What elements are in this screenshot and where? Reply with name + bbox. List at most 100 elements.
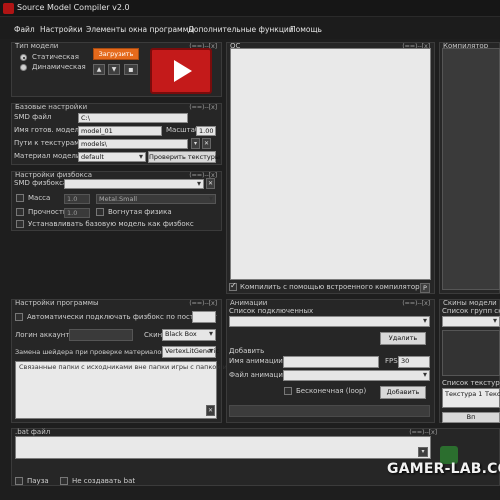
login-field[interactable] — [69, 329, 133, 341]
skin-texture-col2: Текс — [485, 390, 500, 398]
anim-name-field[interactable] — [283, 356, 379, 368]
play-icon — [174, 60, 192, 82]
anim-list-label: Список подключенных — [229, 307, 314, 315]
smd-file-field[interactable]: C:\ — [78, 113, 188, 123]
skin-groups-dropdown[interactable] — [442, 316, 500, 327]
anim-add-button[interactable]: Добавить — [380, 386, 426, 399]
phys-material-dropdown[interactable]: Metal.Small — [96, 194, 216, 204]
qc-text-area[interactable] — [230, 48, 431, 280]
skin-groups-label: Список групп скинов — [442, 307, 500, 315]
panel-controls[interactable]: (==)--[x] — [402, 299, 430, 307]
radio-static-label: Статическая — [32, 53, 79, 61]
arrow-up-icon[interactable]: ▲ — [93, 64, 105, 75]
compile-builtin-checkbox[interactable] — [229, 281, 237, 291]
skin-textures-label: Список текстур гру — [442, 379, 500, 387]
skin-dropdown[interactable]: Black Box — [162, 329, 216, 341]
anim-file-label: Файл анимации — [229, 371, 288, 379]
pause-label: Пауза — [27, 477, 49, 485]
panel-controls[interactable]: (==)--[x] — [189, 299, 217, 307]
scale-label: Масштаб — [166, 126, 200, 134]
material-label: Материал модели — [14, 152, 81, 160]
login-label: Логин аккаунта — [15, 331, 74, 339]
loop-label: Бесконечная (loop) — [296, 387, 367, 395]
linked-folders-label: Связанные папки с исходниками вне папки … — [19, 363, 240, 371]
qc-p-button[interactable]: P — [420, 283, 430, 293]
auto-physbox-label: Автоматически подключать физбокс по пост… — [27, 313, 217, 321]
load-button[interactable]: Загрузить — [93, 48, 139, 60]
fps-label: FPS — [385, 357, 398, 365]
scale-field[interactable]: 1.00 — [196, 126, 216, 136]
shader-label: Замена шейдера при проверке материалов н… — [15, 348, 176, 356]
radio-static[interactable] — [20, 54, 27, 61]
panel-controls[interactable]: (==)--[x] — [189, 103, 217, 111]
auto-physbox-checkbox[interactable] — [15, 313, 23, 321]
phys-smd-label: SMD физбокса — [14, 179, 68, 187]
texture-path-remove-icon[interactable]: ✕ — [202, 138, 211, 149]
anim-progress-bar — [229, 405, 430, 417]
texture-path-label: Пути к текстурам — [14, 139, 80, 147]
bat-text-area[interactable] — [15, 436, 431, 459]
bat-dropdown-icon[interactable]: ▾ — [418, 447, 428, 457]
panel-controls[interactable]: (==)--[x] — [409, 428, 437, 436]
check-textures-button[interactable]: Проверить текстуры — [148, 151, 220, 163]
skins-title: Скины модели — [443, 299, 497, 307]
strength-checkbox[interactable] — [16, 208, 24, 216]
menu-help[interactable]: Помощь — [290, 25, 322, 34]
model-type-title: Тип модели — [15, 42, 59, 50]
shader-dropdown[interactable]: VertexLitGeneric — [162, 346, 219, 358]
anim-file-dropdown[interactable] — [283, 370, 430, 381]
arrow-down-icon[interactable]: ▼ — [108, 64, 120, 75]
linked-folders-remove-icon[interactable]: ✕ — [206, 405, 215, 416]
anim-name-label: Имя анимации — [229, 357, 283, 365]
concave-checkbox[interactable] — [96, 208, 104, 216]
mass-checkbox[interactable] — [16, 194, 24, 202]
anim-delete-button[interactable]: Удалить — [380, 332, 426, 345]
mass-label: Масса — [28, 194, 51, 202]
anim-add-label: Добавить — [229, 347, 265, 355]
compiler-output — [442, 48, 500, 290]
menu-window-elements[interactable]: Элементы окна программы — [86, 25, 194, 34]
model-name-label: Имя готов. модели — [14, 126, 84, 134]
model-name-field[interactable]: model_01 — [78, 126, 162, 136]
material-dropdown[interactable]: default — [78, 152, 146, 162]
skin-texture-col1: Текстура 1 — [445, 390, 483, 398]
title-bar: Source Model Compiler v2.0 — [0, 0, 500, 17]
window-title: Source Model Compiler v2.0 — [17, 3, 130, 12]
animations-title: Анимации — [230, 299, 268, 307]
texture-path-dropdown-icon[interactable]: ▾ — [191, 138, 200, 149]
floppy-icon[interactable]: ▪ — [124, 64, 138, 75]
strength-label: Прочность — [28, 208, 68, 216]
compile-builtin-label: Компилить с помощью встроенного компилят… — [240, 283, 424, 291]
physics-title: Настройки физбокса — [15, 171, 92, 179]
skin-label: Скин — [144, 331, 163, 339]
fps-field[interactable]: 30 — [398, 356, 430, 368]
mass-field[interactable]: 1.0 — [64, 194, 90, 204]
radio-dynamic[interactable] — [20, 64, 27, 71]
app-icon — [3, 3, 14, 14]
radio-dynamic-label: Динамическая — [32, 63, 86, 71]
menu-extra-functions[interactable]: Дополнительные функции — [188, 25, 294, 34]
bat-title: .bat файл — [15, 428, 51, 436]
menu-settings[interactable]: Настройки — [40, 25, 82, 34]
base-model-label: Устанавливать базовую модель как физбокс — [28, 220, 194, 228]
pause-checkbox[interactable] — [15, 477, 23, 485]
smd-file-label: SMD файл — [14, 113, 52, 121]
phys-smd-field[interactable] — [64, 179, 204, 189]
base-settings-title: Базовые настройки — [15, 103, 88, 111]
physbox-postfix-field[interactable] — [192, 311, 216, 323]
menu-file[interactable]: Файл — [14, 25, 35, 34]
anim-list-dropdown[interactable] — [229, 316, 430, 327]
skin-groups-list[interactable] — [442, 330, 500, 376]
no-bat-checkbox[interactable] — [60, 477, 68, 485]
watermark-text: GAMER-LAB.COM — [387, 461, 500, 477]
texture-path-field[interactable]: models\ — [78, 139, 188, 149]
skin-bottom-button[interactable]: Вп — [442, 412, 500, 423]
strength-field[interactable]: 1.0 — [64, 208, 90, 218]
no-bat-label: Не создавать bat — [72, 477, 136, 485]
concave-label: Вогнутая физика — [108, 208, 172, 216]
loop-checkbox[interactable] — [284, 387, 292, 395]
phys-smd-remove-icon[interactable]: ✕ — [206, 178, 215, 189]
base-model-checkbox[interactable] — [16, 220, 24, 228]
menu-bar: Файл Настройки Элементы окна программы Д… — [0, 17, 500, 39]
compile-play-button[interactable] — [150, 48, 212, 94]
